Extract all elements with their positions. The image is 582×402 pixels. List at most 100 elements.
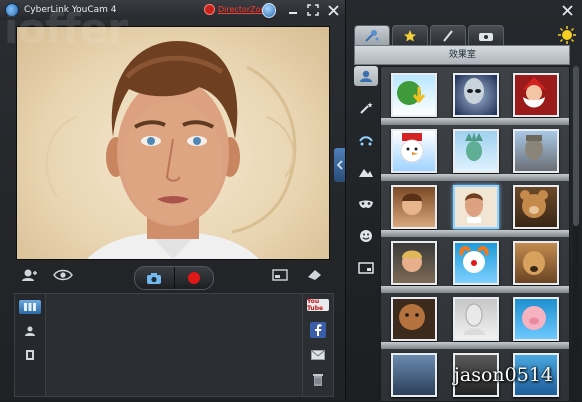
minimize-button[interactable] <box>286 3 300 17</box>
shelf-row <box>381 293 570 349</box>
shelf-row <box>381 69 570 125</box>
blond-man-image <box>402 250 423 272</box>
shelf-row <box>381 181 570 237</box>
avatar-icon <box>360 70 373 82</box>
effects-scrollbar[interactable] <box>573 66 580 396</box>
snowman-thumbnail[interactable] <box>391 129 438 173</box>
category-mask[interactable] <box>354 194 378 214</box>
director-zone-icon <box>204 4 215 15</box>
face-tracking-button[interactable] <box>20 267 40 283</box>
close-button[interactable] <box>326 3 340 17</box>
snapshot-button[interactable] <box>135 267 174 289</box>
view-button[interactable] <box>52 267 74 283</box>
avatar-face-image <box>45 41 297 259</box>
clown-thumbnail[interactable] <box>453 241 500 285</box>
download-icon <box>397 81 426 105</box>
alien-image <box>464 78 485 104</box>
dog-thumbnail[interactable] <box>513 241 560 285</box>
category-particle[interactable] <box>354 130 378 150</box>
shelf-board <box>381 286 570 293</box>
share-bar: You Tube <box>302 294 333 396</box>
info-icon <box>262 2 276 18</box>
thumbnail-view-button[interactable] <box>19 300 41 314</box>
stone-warrior-thumbnail[interactable] <box>513 129 560 173</box>
boy-image <box>402 193 423 215</box>
download-thumbnail[interactable] <box>391 73 438 117</box>
fullscreen-button[interactable] <box>270 267 290 283</box>
eraser-button[interactable] <box>304 267 324 283</box>
record-button[interactable] <box>175 267 214 289</box>
partial-thumbnail[interactable] <box>391 353 438 397</box>
shelf-board <box>381 174 570 181</box>
alien-thumbnail[interactable] <box>453 73 500 117</box>
category-scene[interactable] <box>354 162 378 182</box>
capture-controls <box>134 266 214 290</box>
snowman-image <box>400 133 424 163</box>
watermark-text: jason0514 <box>454 364 553 386</box>
santa-image <box>523 77 547 108</box>
eye-icon <box>53 269 73 281</box>
teddy-bear-thumbnail[interactable] <box>513 185 560 229</box>
pig-image <box>522 306 547 330</box>
shelf-board <box>381 118 570 125</box>
statue-of-liberty-thumbnail[interactable] <box>453 129 500 173</box>
library-filter-bar <box>15 294 46 396</box>
tab-draw[interactable] <box>430 25 467 47</box>
bust-image <box>463 303 486 335</box>
info-button[interactable] <box>262 2 276 18</box>
poodle-thumbnail[interactable] <box>391 297 438 341</box>
ioffer-watermark-logo: ioffer <box>4 4 128 53</box>
emotion-icon <box>360 230 373 242</box>
tab-gadgets[interactable] <box>468 25 505 47</box>
close-icon <box>327 4 339 16</box>
man-portrait-thumbnail[interactable] <box>453 185 500 229</box>
camera-preview[interactable] <box>16 26 330 260</box>
facebook-button[interactable] <box>310 322 326 338</box>
youtube-button[interactable]: You Tube <box>307 298 329 312</box>
media-library: You Tube <box>14 293 334 397</box>
blond-man-thumbnail[interactable] <box>391 241 438 285</box>
scene-icon <box>359 169 374 177</box>
category-magic[interactable] <box>354 98 378 118</box>
record-icon <box>187 272 200 284</box>
magic-wand-icon <box>360 102 373 114</box>
boy-thumbnail[interactable] <box>391 185 438 229</box>
camera-icon <box>479 33 494 41</box>
restore-button[interactable] <box>306 3 320 17</box>
email-button[interactable] <box>310 348 326 362</box>
mail-icon <box>311 350 325 360</box>
camera-icon <box>147 272 162 284</box>
category-frame[interactable] <box>354 258 378 278</box>
effects-icon <box>365 30 379 42</box>
star-icon <box>404 30 417 42</box>
video-filter-button[interactable] <box>22 348 38 362</box>
dog-image <box>523 251 546 275</box>
bust-thumbnail[interactable] <box>453 297 500 341</box>
camera-controls <box>0 262 346 290</box>
category-emotion[interactable] <box>354 226 378 246</box>
grid-icon <box>24 303 36 311</box>
sun-icon <box>558 26 576 44</box>
pig-thumbnail[interactable] <box>513 297 560 341</box>
tab-fun[interactable] <box>392 25 429 47</box>
photo-filter-button[interactable] <box>22 324 38 338</box>
delete-button[interactable] <box>310 372 326 388</box>
shelf-row <box>381 237 570 293</box>
film-icon <box>26 350 34 360</box>
effects-room-header: 效果室 <box>354 45 571 65</box>
director-zone-link[interactable]: DirectorZone <box>204 4 271 15</box>
chevron-left-icon <box>337 160 343 170</box>
effect-category-tabs <box>354 66 379 400</box>
fullscreen-icon <box>272 269 288 281</box>
category-avatar[interactable] <box>354 66 379 86</box>
tab-effects[interactable] <box>354 25 391 47</box>
effects-tabs <box>354 25 506 47</box>
scrollbar-thumb[interactable] <box>573 66 580 226</box>
collapse-panel-button[interactable] <box>334 148 346 182</box>
brush-icon <box>443 30 454 42</box>
santa-thumbnail[interactable] <box>513 73 560 117</box>
effects-title-bar <box>346 0 582 20</box>
close-effects-button[interactable] <box>560 3 574 17</box>
clown-image <box>459 246 490 273</box>
shelf-board <box>381 342 570 349</box>
